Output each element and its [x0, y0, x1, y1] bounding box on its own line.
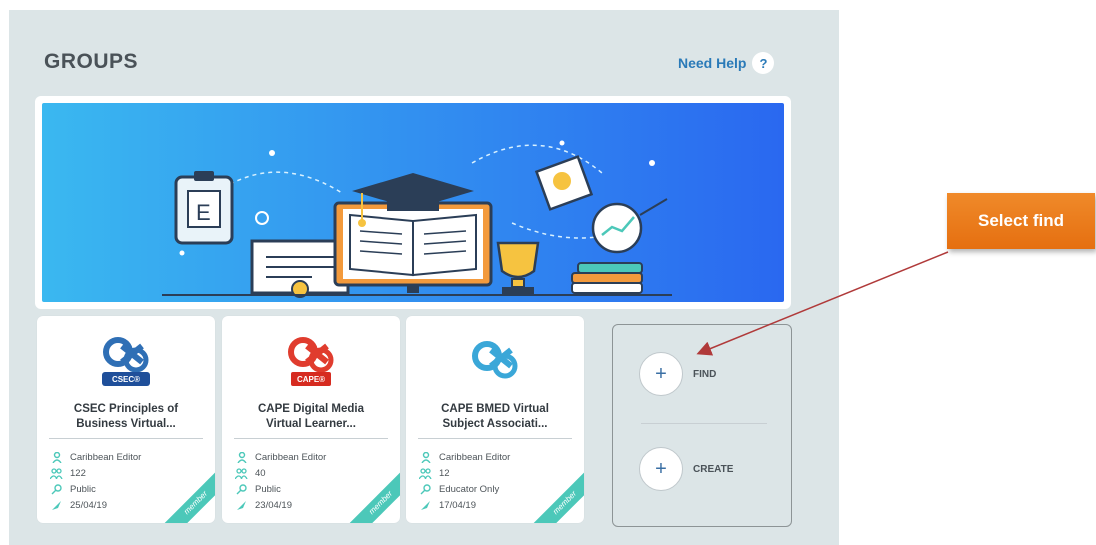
group-name-line2: Business Virtual... — [76, 418, 176, 430]
group-meta: Caribbean Editor 12 Educator Only 17/04/… — [419, 449, 510, 513]
card-divider — [234, 438, 388, 439]
group-member-count: 122 — [70, 467, 86, 479]
group-name: CSEC Principles of Business Virtual... — [43, 402, 209, 432]
group-date: 17/04/19 — [439, 499, 476, 511]
group-visibility: Public — [70, 483, 96, 495]
banner-illustration: E — [42, 103, 784, 302]
actions-divider — [641, 423, 767, 424]
clipboard-icon: E — [174, 171, 234, 245]
member-ribbon: member — [343, 465, 400, 523]
group-owner: Caribbean Editor — [70, 451, 142, 463]
find-label: FIND — [693, 368, 717, 380]
need-help-label: Need Help — [678, 55, 747, 71]
cxc-csec-logo-icon: CSEC® — [102, 337, 150, 386]
books-icon — [571, 262, 643, 294]
key-icon — [419, 483, 432, 495]
card-divider — [418, 438, 572, 439]
group-card-cape-bmed[interactable]: CAPE BMED Virtual Subject Associati... C… — [406, 316, 584, 523]
group-owner: Caribbean Editor — [439, 451, 511, 463]
create-button[interactable]: + CREATE — [639, 447, 733, 491]
members-icon — [50, 467, 63, 479]
person-icon — [419, 451, 432, 463]
group-meta: Caribbean Editor 122 Public 25/04/19 — [50, 449, 141, 513]
cxc-logo: CAPE® — [222, 336, 400, 388]
plus-icon: + — [639, 447, 683, 491]
svg-text:CAPE®: CAPE® — [297, 375, 325, 384]
member-ribbon: member — [158, 465, 215, 523]
group-date: 23/04/19 — [255, 499, 292, 511]
group-date: 25/04/19 — [70, 499, 107, 511]
key-icon — [50, 483, 63, 495]
group-card-csec-principles[interactable]: CSEC® CSEC Principles of Business Virtua… — [37, 316, 215, 523]
members-icon — [235, 467, 248, 479]
question-icon: ? — [752, 52, 775, 74]
group-name: CAPE BMED Virtual Subject Associati... — [412, 402, 578, 432]
member-ribbon: member — [527, 465, 584, 523]
annotation-callout: Select find — [947, 193, 1095, 249]
group-name-line1: CSEC Principles of — [73, 403, 179, 415]
key-icon — [235, 483, 248, 495]
svg-text:E: E — [196, 200, 211, 225]
group-actions-box: + FIND + CREATE — [612, 324, 792, 527]
trophy-icon — [496, 241, 540, 295]
rocket-icon — [50, 500, 63, 511]
group-name-line2: Virtual Learner... — [266, 418, 356, 430]
cxc-logo — [406, 336, 584, 388]
group-name-line2: Subject Associati... — [442, 418, 548, 430]
group-visibility: Public — [255, 483, 281, 495]
person-icon — [235, 451, 248, 463]
members-icon — [419, 467, 432, 479]
svg-text:CSEC®: CSEC® — [112, 375, 140, 384]
plus-icon: + — [639, 352, 683, 396]
need-help-link[interactable]: Need Help ? — [678, 52, 775, 74]
find-button[interactable]: + FIND — [639, 352, 716, 396]
computer-icon — [333, 201, 493, 293]
person-icon — [50, 451, 63, 463]
cxc-logo-icon — [472, 341, 518, 379]
group-card-cape-digital-media[interactable]: CAPE® CAPE Digital Media Virtual Learner… — [222, 316, 400, 523]
rocket-icon — [419, 500, 432, 511]
education-banner: E — [42, 103, 784, 302]
group-member-count: 12 — [439, 467, 450, 479]
group-owner: Caribbean Editor — [255, 451, 327, 463]
group-visibility: Educator Only — [439, 483, 500, 495]
screenshot-stage: GROUPS Need Help ? E CSEC® CSEC Principl… — [0, 0, 1096, 545]
group-name-line1: CAPE BMED Virtual — [441, 403, 549, 415]
banner-frame: E — [35, 96, 791, 309]
page-title: GROUPS — [44, 50, 139, 73]
card-divider — [49, 438, 203, 439]
cxc-cape-logo-icon: CAPE® — [288, 337, 334, 386]
cxc-logo: CSEC® — [37, 336, 215, 388]
rocket-icon — [235, 500, 248, 511]
group-member-count: 40 — [255, 467, 266, 479]
create-label: CREATE — [693, 463, 734, 475]
group-name: CAPE Digital Media Virtual Learner... — [228, 402, 394, 432]
group-name-line1: CAPE Digital Media — [257, 403, 365, 415]
group-meta: Caribbean Editor 40 Public 23/04/19 — [235, 449, 326, 513]
